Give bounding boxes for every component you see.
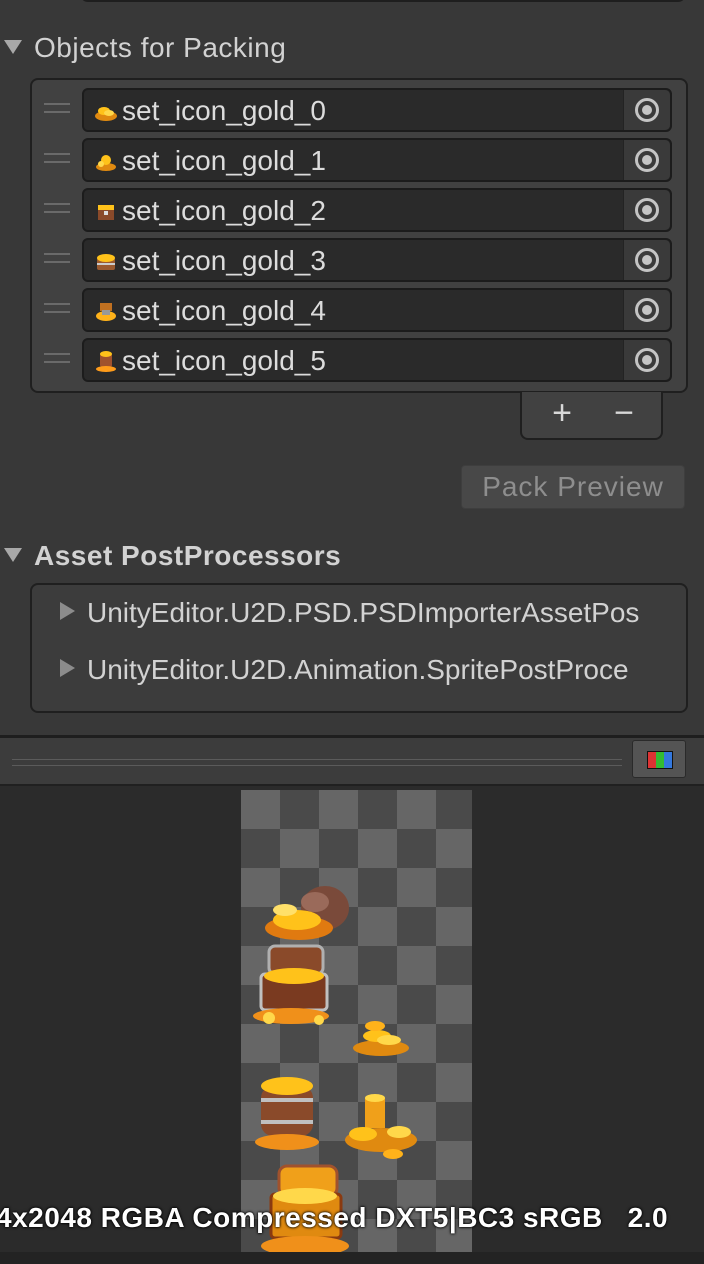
postprocessor-item[interactable]: UnityEditor.U2D.PSD.PSDImporterAssetPos [60, 597, 639, 629]
drag-handle-icon[interactable] [44, 253, 70, 265]
objects-list: set_icon_gold_0 set_icon_gold_1 set_icon… [30, 78, 688, 393]
asset-postprocessors-title: Asset PostProcessors [34, 540, 342, 571]
foldout-arrow-icon [4, 547, 22, 562]
gold-chest-icon [98, 205, 114, 220]
rgb-channels-icon [647, 751, 673, 769]
expand-arrow-icon[interactable] [60, 602, 75, 620]
asset-postprocessors-foldout[interactable]: Asset PostProcessors [4, 540, 341, 572]
object-picker-button[interactable] [623, 90, 670, 130]
preview-bottom-edge [0, 1252, 704, 1264]
gold-sack-sprite [265, 886, 349, 940]
drag-handle-icon[interactable] [44, 203, 70, 215]
drag-handle-icon[interactable] [44, 303, 70, 315]
previous-section-box [80, 0, 686, 2]
treasure-chest-sprite [253, 944, 329, 1025]
object-label: set_icon_gold_4 [122, 295, 326, 326]
texture-preview [0, 786, 704, 1264]
object-label: set_icon_gold_0 [122, 95, 326, 126]
gold-barrel-sprite [255, 1077, 319, 1150]
postprocessor-item[interactable]: UnityEditor.U2D.Animation.SpritePostProc… [60, 654, 629, 686]
list-item[interactable]: set_icon_gold_3 [32, 234, 686, 284]
postprocessor-label: UnityEditor.U2D.Animation.SpritePostProc… [87, 654, 629, 685]
postprocessors-list: UnityEditor.U2D.PSD.PSDImporterAssetPos … [30, 583, 688, 713]
object-field[interactable]: set_icon_gold_0 [82, 88, 672, 132]
gold-pile-icon [96, 155, 116, 171]
coin-heap-sprite [345, 1094, 417, 1159]
gold-pile-icon [95, 107, 117, 121]
object-label: set_icon_gold_3 [122, 245, 326, 276]
gold-bag-icon [96, 303, 116, 321]
texture-info-label: 4x2048 RGBA Compressed DXT5|BC3 sRGB 2.0 [0, 1202, 669, 1233]
object-field[interactable]: set_icon_gold_4 [82, 288, 672, 332]
drag-handle-icon[interactable] [44, 103, 70, 115]
foldout-arrow-icon [4, 39, 22, 54]
drag-handle-icon[interactable] [44, 353, 70, 365]
object-label: set_icon_gold_1 [122, 145, 326, 176]
expand-arrow-icon[interactable] [60, 659, 75, 677]
splitter[interactable] [12, 759, 622, 760]
remove-item-button[interactable]: − [604, 396, 644, 430]
object-field[interactable]: set_icon_gold_5 [82, 338, 672, 382]
rgb-channels-button[interactable] [632, 740, 686, 778]
objects-for-packing-title: Objects for Packing [34, 32, 287, 63]
object-picker-button[interactable] [623, 190, 670, 230]
pack-preview-button[interactable]: Pack Preview [461, 465, 685, 509]
gold-chest-icon [97, 254, 115, 270]
object-label: set_icon_gold_2 [122, 195, 326, 226]
drag-handle-icon[interactable] [44, 153, 70, 165]
objects-for-packing-foldout[interactable]: Objects for Packing [4, 32, 286, 64]
object-field[interactable]: set_icon_gold_2 [82, 188, 672, 232]
object-picker-button[interactable] [623, 290, 670, 330]
object-label: set_icon_gold_5 [122, 345, 326, 376]
add-item-button[interactable]: + [542, 396, 582, 430]
list-item[interactable]: set_icon_gold_2 [32, 184, 686, 234]
postprocessor-label: UnityEditor.U2D.PSD.PSDImporterAssetPos [87, 597, 640, 628]
list-item[interactable]: set_icon_gold_5 [32, 334, 686, 384]
atlas-preview [241, 790, 472, 1264]
list-item[interactable]: set_icon_gold_0 [32, 84, 686, 134]
list-item[interactable]: set_icon_gold_1 [32, 134, 686, 184]
list-item[interactable]: set_icon_gold_4 [32, 284, 686, 334]
preview-toolbar [0, 738, 704, 786]
list-footer: + − [520, 392, 663, 440]
object-field[interactable]: set_icon_gold_3 [82, 238, 672, 282]
object-picker-button[interactable] [623, 140, 670, 180]
object-field[interactable]: set_icon_gold_1 [82, 138, 672, 182]
object-picker-button[interactable] [623, 340, 670, 380]
gold-barrel-icon [96, 351, 116, 372]
object-picker-button[interactable] [623, 240, 670, 280]
coin-stack-sprite [353, 1021, 409, 1056]
